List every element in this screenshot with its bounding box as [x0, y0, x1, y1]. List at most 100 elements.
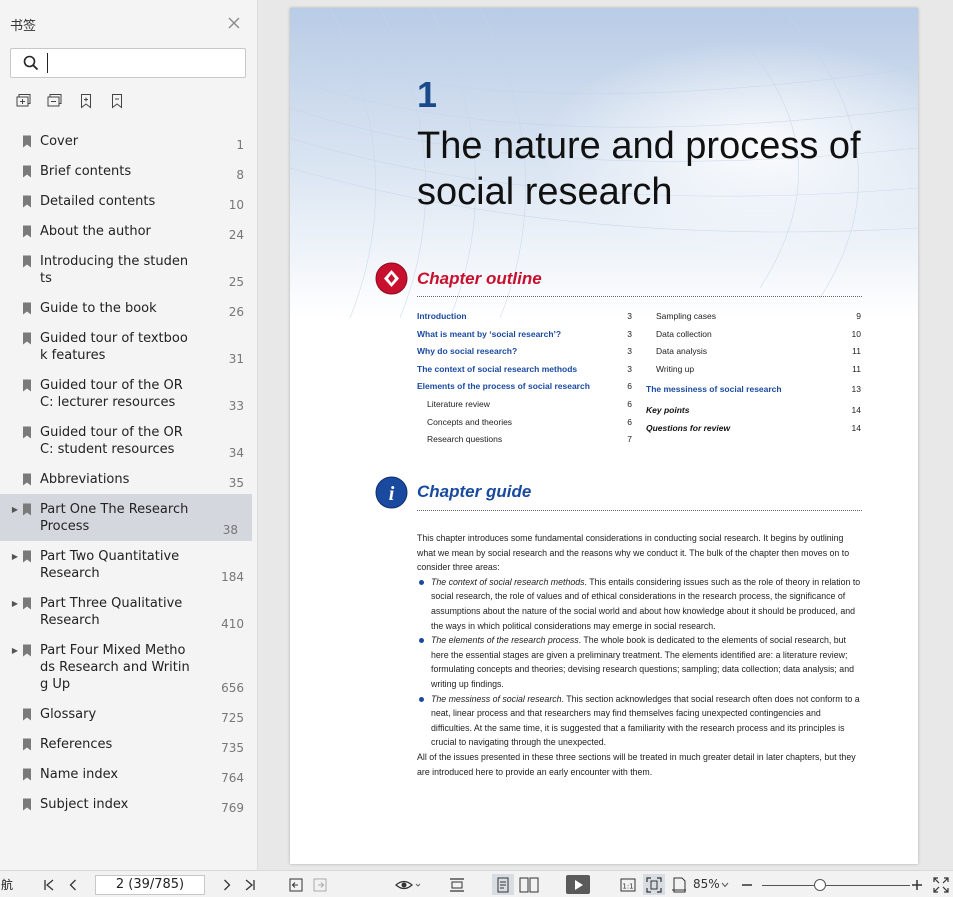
- outline-entry-title: Literature review: [427, 398, 490, 409]
- bookmark-item[interactable]: Guided tour of textbook features 31: [0, 323, 258, 370]
- bookmark-flag-icon: [23, 798, 31, 811]
- bookmark-item[interactable]: Abbreviations 35: [0, 464, 258, 494]
- chapter-number: 1: [417, 74, 438, 115]
- bookmark-item[interactable]: Guide to the book 26: [0, 293, 258, 323]
- search-icon: [23, 55, 39, 71]
- outline-entry[interactable]: Writing up 11: [646, 361, 861, 379]
- collapse-all-icon[interactable]: [47, 93, 63, 109]
- outline-entry[interactable]: What is meant by ‘social research’? 3: [417, 326, 632, 344]
- first-page-icon[interactable]: [42, 876, 56, 893]
- outline-entry[interactable]: Concepts and theories 6: [417, 414, 632, 432]
- back-icon[interactable]: [288, 876, 304, 893]
- zoom-slider-track[interactable]: [762, 885, 910, 886]
- expand-arrow-icon[interactable]: ▶: [10, 552, 20, 561]
- info-icon: i: [375, 476, 408, 509]
- eye-care-icon[interactable]: [393, 876, 423, 893]
- bookmark-item[interactable]: ▶ Part Three Qualitative Research 410: [0, 588, 258, 635]
- fit-width-icon[interactable]: [670, 876, 688, 893]
- bookmark-icon[interactable]: [109, 93, 125, 109]
- fit-page-icon[interactable]: [643, 874, 665, 895]
- two-page-icon[interactable]: [518, 876, 540, 893]
- outline-entry[interactable]: Key points 14: [646, 402, 861, 420]
- bookmark-item[interactable]: Detailed contents 10: [0, 186, 258, 216]
- bookmark-flag-icon: [23, 426, 31, 439]
- bookmark-flag-icon: [23, 165, 31, 178]
- outline-entry[interactable]: Literature review 6: [417, 396, 632, 414]
- single-page-icon[interactable]: [492, 874, 514, 895]
- previous-page-icon[interactable]: [66, 876, 80, 893]
- zoom-out-icon[interactable]: [740, 876, 754, 893]
- slideshow-icon[interactable]: [566, 875, 590, 894]
- zoom-in-icon[interactable]: [910, 876, 924, 893]
- add-bookmark-icon[interactable]: [78, 93, 94, 109]
- outline-entry-page: 3: [627, 363, 632, 374]
- bookmark-label: Brief contents: [40, 164, 132, 179]
- bookmark-item[interactable]: Glossary 725: [0, 699, 258, 729]
- bookmark-item[interactable]: Brief contents 8: [0, 156, 258, 186]
- next-page-icon[interactable]: [220, 876, 234, 893]
- chapter-guide-text: This chapter introduces some fundamental…: [417, 531, 862, 779]
- bookmark-item[interactable]: Cover 1: [0, 126, 258, 156]
- bookmark-item[interactable]: ▶ Part One The Research Process 38: [0, 494, 252, 541]
- outline-entry-page: 11: [852, 363, 861, 374]
- expand-arrow-icon[interactable]: ▶: [10, 505, 20, 514]
- bookmark-label: Part Two Quantitative Research: [40, 549, 180, 581]
- guide-bullet: The messiness of social research. This s…: [417, 692, 862, 750]
- bookmark-page-number: 1: [236, 138, 244, 152]
- bookmark-flag-icon: [23, 255, 31, 268]
- expand-arrow-icon[interactable]: ▶: [10, 646, 20, 655]
- outline-entry-title: Questions for review: [646, 422, 731, 433]
- outline-entry-page: 10: [851, 328, 861, 339]
- outline-entry[interactable]: Why do social research? 3: [417, 343, 632, 361]
- bookmark-item[interactable]: Guided tour of the ORC: student resource…: [0, 417, 258, 464]
- outline-entry[interactable]: Data collection 10: [646, 326, 861, 344]
- bookmark-label: Part Three Qualitative Research: [40, 596, 183, 628]
- bookmark-flag-icon: [23, 738, 31, 751]
- search-input[interactable]: [47, 53, 237, 73]
- bookmark-page-number: 8: [236, 168, 244, 182]
- outline-entry-title: The context of social research methods: [417, 363, 578, 374]
- bookmark-item[interactable]: Name index 764: [0, 759, 258, 789]
- bookmark-search-box[interactable]: [10, 48, 246, 78]
- document-viewer[interactable]: 1 The nature and process of social resea…: [259, 0, 953, 870]
- zoom-slider-handle[interactable]: [814, 879, 826, 891]
- chapter-guide-heading: Chapter guide: [417, 482, 532, 501]
- zoom-level[interactable]: 85%: [693, 877, 720, 891]
- bookmark-label: Guided tour of textbook features: [40, 331, 188, 363]
- outline-entry[interactable]: The messiness of social research 13: [646, 381, 861, 399]
- bookmark-flag-icon: [23, 135, 31, 148]
- divider: [417, 510, 862, 511]
- chevron-down-icon[interactable]: [720, 876, 730, 893]
- panel-title: 书签: [10, 19, 37, 34]
- outline-entry[interactable]: Research questions 7: [417, 431, 632, 449]
- bookmark-item[interactable]: About the author 24: [0, 216, 258, 246]
- outline-entry-page: 9: [856, 311, 861, 321]
- outline-entry[interactable]: The context of social research methods 3: [417, 361, 632, 379]
- bookmark-item[interactable]: References 735: [0, 729, 258, 759]
- page-number-input[interactable]: 2 (39/785): [95, 875, 205, 895]
- bookmark-item[interactable]: Introducing the students 25: [0, 246, 258, 293]
- expand-all-icon[interactable]: [16, 93, 32, 109]
- bookmark-label: Name index: [40, 767, 119, 782]
- fit-height-icon[interactable]: [448, 876, 466, 893]
- bookmark-flag-icon: [23, 302, 31, 315]
- outline-entry-title: Sampling cases: [656, 311, 717, 321]
- bookmark-item[interactable]: ▶ Part Two Quantitative Research 184: [0, 541, 258, 588]
- outline-entry[interactable]: Introduction 3: [417, 308, 632, 326]
- outline-entry[interactable]: Data analysis 11: [646, 343, 861, 361]
- bookmark-label: Guide to the book: [40, 301, 157, 316]
- outline-entry[interactable]: Elements of the process of social resear…: [417, 378, 632, 396]
- outline-entry[interactable]: Questions for review 14: [646, 420, 861, 438]
- actual-size-icon[interactable]: 1:1: [619, 876, 637, 893]
- close-icon[interactable]: [226, 15, 242, 31]
- chapter-title: The nature and process of social researc…: [417, 125, 861, 213]
- outline-entry[interactable]: Sampling cases 9: [646, 308, 861, 326]
- fullscreen-icon[interactable]: [932, 876, 950, 893]
- bookmark-item[interactable]: ▶ Part Four Mixed Methods Research and Wr…: [0, 635, 258, 699]
- forward-icon[interactable]: [312, 876, 328, 893]
- bookmark-item[interactable]: Subject index 769: [0, 789, 258, 819]
- last-page-icon[interactable]: [243, 876, 257, 893]
- bookmark-flag-icon: [23, 597, 31, 610]
- bookmark-item[interactable]: Guided tour of the ORC: lecturer resourc…: [0, 370, 258, 417]
- expand-arrow-icon[interactable]: ▶: [10, 599, 20, 608]
